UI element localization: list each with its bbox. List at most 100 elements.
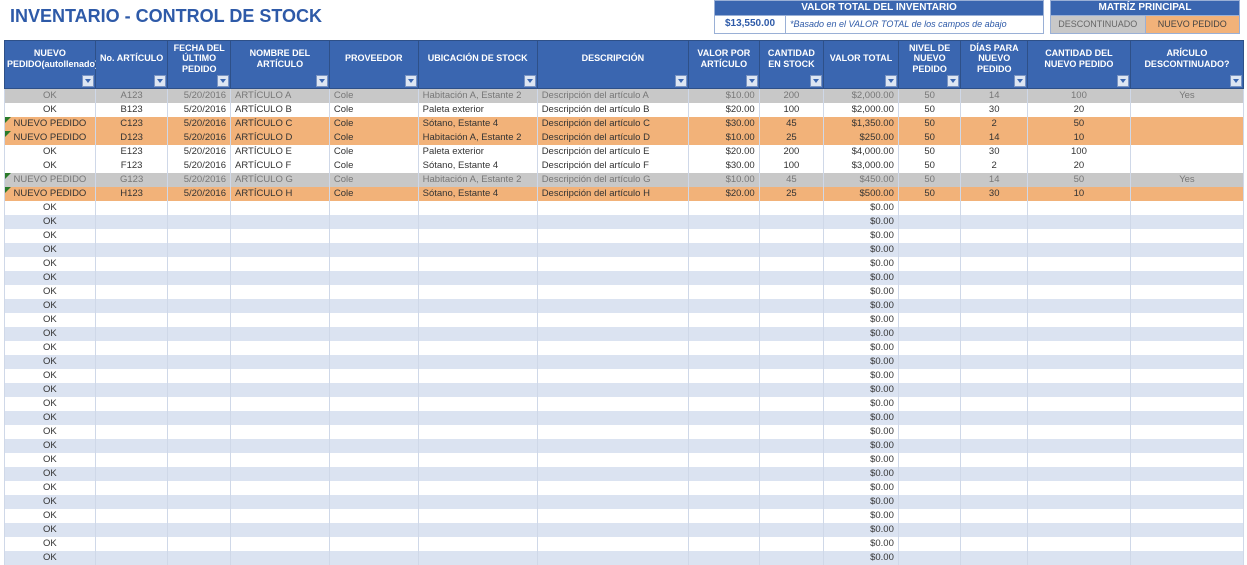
table-row[interactable]: OK$0.00 xyxy=(5,355,1244,369)
cell-reorder-qty[interactable]: 50 xyxy=(1027,173,1130,187)
cell-name[interactable] xyxy=(230,299,329,313)
cell-vendor[interactable] xyxy=(329,299,418,313)
cell-desc[interactable]: Descripción del artículo E xyxy=(537,145,688,159)
cell-reorder-level[interactable] xyxy=(898,523,961,537)
filter-dropdown-icon[interactable] xyxy=(217,75,229,87)
cell-qty[interactable] xyxy=(759,495,824,509)
cell-qty[interactable] xyxy=(759,327,824,341)
table-row[interactable]: OK$0.00 xyxy=(5,257,1244,271)
cell-reorder-level[interactable] xyxy=(898,201,961,215)
inventory-table[interactable]: NUEVO PEDIDO(autollenado)No. ARTÍCULOFEC… xyxy=(4,40,1244,565)
cell-location[interactable] xyxy=(418,551,537,565)
cell-days[interactable] xyxy=(961,495,1028,509)
cell-reorder-qty[interactable] xyxy=(1027,229,1130,243)
cell-name[interactable]: ARTÍCULO H xyxy=(230,187,329,201)
cell-total[interactable]: $0.00 xyxy=(824,243,899,257)
cell-item-no[interactable] xyxy=(95,355,168,369)
cell-reorder-level[interactable] xyxy=(898,215,961,229)
cell-vendor[interactable] xyxy=(329,313,418,327)
cell-unit-cost[interactable]: $20.00 xyxy=(689,145,760,159)
cell-qty[interactable] xyxy=(759,341,824,355)
table-row[interactable]: OK$0.00 xyxy=(5,439,1244,453)
cell-days[interactable] xyxy=(961,425,1028,439)
cell-date[interactable]: 5/20/2016 xyxy=(168,117,231,131)
cell-location[interactable]: Sótano, Estante 4 xyxy=(418,159,537,173)
cell-location[interactable] xyxy=(418,285,537,299)
cell-status[interactable]: OK xyxy=(5,299,96,313)
cell-qty[interactable] xyxy=(759,257,824,271)
cell-location[interactable]: Habitación A, Estante 2 xyxy=(418,131,537,145)
cell-name[interactable] xyxy=(230,467,329,481)
cell-discontinued[interactable] xyxy=(1130,299,1243,313)
cell-status[interactable]: OK xyxy=(5,159,96,173)
cell-vendor[interactable] xyxy=(329,229,418,243)
cell-date[interactable] xyxy=(168,327,231,341)
cell-name[interactable] xyxy=(230,201,329,215)
cell-desc[interactable]: Descripción del artículo A xyxy=(537,89,688,103)
cell-total[interactable]: $0.00 xyxy=(824,425,899,439)
cell-name[interactable]: ARTÍCULO G xyxy=(230,173,329,187)
cell-desc[interactable] xyxy=(537,495,688,509)
cell-name[interactable] xyxy=(230,229,329,243)
cell-qty[interactable] xyxy=(759,243,824,257)
table-row[interactable]: NUEVO PEDIDOH1235/20/2016ARTÍCULO HColeS… xyxy=(5,187,1244,201)
cell-name[interactable] xyxy=(230,341,329,355)
filter-dropdown-icon[interactable] xyxy=(746,75,758,87)
cell-location[interactable] xyxy=(418,467,537,481)
cell-item-no[interactable] xyxy=(95,523,168,537)
cell-total[interactable]: $0.00 xyxy=(824,341,899,355)
cell-reorder-level[interactable] xyxy=(898,467,961,481)
cell-date[interactable] xyxy=(168,229,231,243)
table-row[interactable]: OK$0.00 xyxy=(5,467,1244,481)
cell-total[interactable]: $0.00 xyxy=(824,537,899,551)
cell-reorder-level[interactable] xyxy=(898,369,961,383)
cell-status[interactable]: OK xyxy=(5,327,96,341)
cell-reorder-level[interactable] xyxy=(898,425,961,439)
cell-discontinued[interactable] xyxy=(1130,131,1243,145)
cell-name[interactable]: ARTÍCULO C xyxy=(230,117,329,131)
cell-unit-cost[interactable]: $30.00 xyxy=(689,159,760,173)
cell-qty[interactable] xyxy=(759,411,824,425)
cell-location[interactable]: Sótano, Estante 4 xyxy=(418,187,537,201)
cell-reorder-qty[interactable] xyxy=(1027,523,1130,537)
cell-item-no[interactable]: F123 xyxy=(95,159,168,173)
cell-reorder-qty[interactable] xyxy=(1027,509,1130,523)
cell-unit-cost[interactable] xyxy=(689,299,760,313)
filter-dropdown-icon[interactable] xyxy=(947,75,959,87)
column-header[interactable]: NIVEL DE NUEVO PEDIDO xyxy=(898,41,961,89)
cell-vendor[interactable] xyxy=(329,509,418,523)
cell-reorder-level[interactable] xyxy=(898,257,961,271)
cell-reorder-level[interactable] xyxy=(898,313,961,327)
cell-status[interactable]: OK xyxy=(5,383,96,397)
cell-item-no[interactable] xyxy=(95,271,168,285)
cell-reorder-qty[interactable] xyxy=(1027,243,1130,257)
cell-discontinued[interactable] xyxy=(1130,285,1243,299)
column-header[interactable]: NUEVO PEDIDO(autollenado) xyxy=(5,41,96,89)
cell-reorder-qty[interactable] xyxy=(1027,467,1130,481)
cell-vendor[interactable] xyxy=(329,411,418,425)
cell-reorder-qty[interactable] xyxy=(1027,313,1130,327)
cell-vendor[interactable]: Cole xyxy=(329,117,418,131)
cell-total[interactable]: $250.00 xyxy=(824,131,899,145)
column-header[interactable]: DÍAS PARA NUEVO PEDIDO xyxy=(961,41,1028,89)
cell-item-no[interactable] xyxy=(95,383,168,397)
cell-name[interactable] xyxy=(230,313,329,327)
cell-discontinued[interactable] xyxy=(1130,537,1243,551)
filter-dropdown-icon[interactable] xyxy=(316,75,328,87)
cell-desc[interactable] xyxy=(537,481,688,495)
cell-days[interactable] xyxy=(961,411,1028,425)
column-header[interactable]: DESCRIPCIÓN xyxy=(537,41,688,89)
cell-reorder-qty[interactable] xyxy=(1027,425,1130,439)
cell-reorder-qty[interactable]: 100 xyxy=(1027,145,1130,159)
cell-location[interactable] xyxy=(418,425,537,439)
cell-location[interactable] xyxy=(418,327,537,341)
cell-item-no[interactable]: A123 xyxy=(95,89,168,103)
cell-days[interactable] xyxy=(961,467,1028,481)
cell-item-no[interactable] xyxy=(95,467,168,481)
table-row[interactable]: OK$0.00 xyxy=(5,397,1244,411)
cell-total[interactable]: $0.00 xyxy=(824,439,899,453)
cell-discontinued[interactable] xyxy=(1130,257,1243,271)
cell-unit-cost[interactable]: $30.00 xyxy=(689,117,760,131)
cell-item-no[interactable] xyxy=(95,215,168,229)
cell-unit-cost[interactable]: $10.00 xyxy=(689,89,760,103)
